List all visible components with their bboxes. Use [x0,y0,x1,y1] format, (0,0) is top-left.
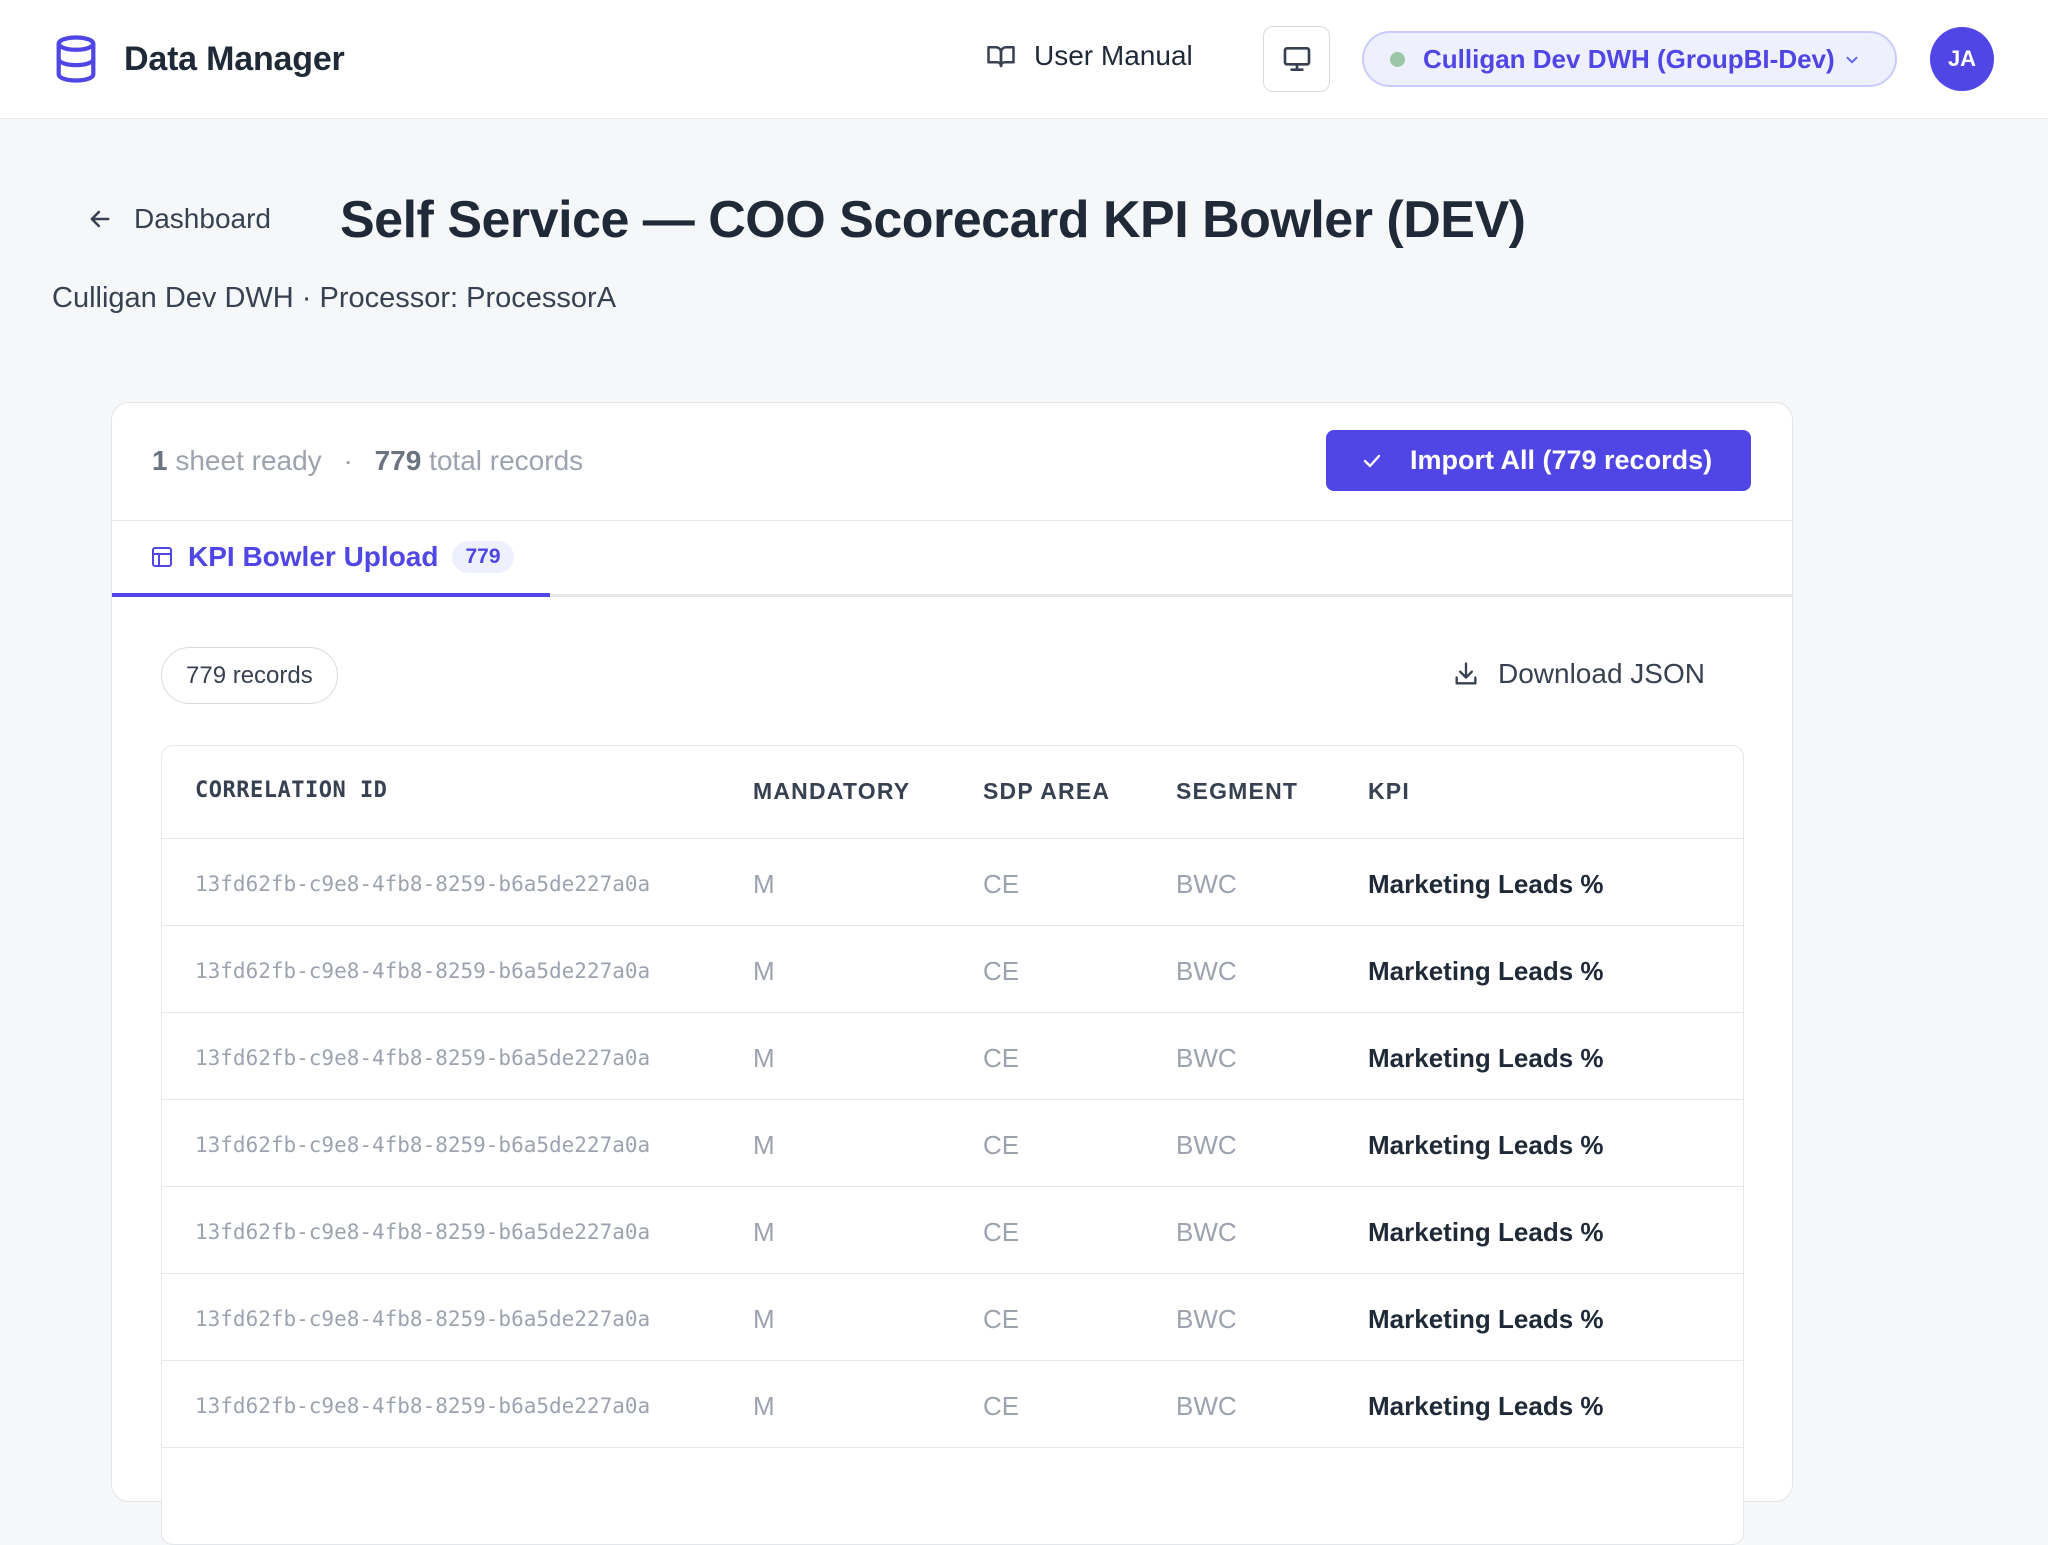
page-subtitle: Culligan Dev DWH · Processor: ProcessorA [52,282,617,314]
cell-segment: BWC [1176,1130,1237,1160]
column-header-kpi[interactable]: KPI [1368,778,1410,805]
table-row[interactable]: 13fd62fb-c9e8-4fb8-8259-b6a5de227a0a M C… [162,1274,1743,1361]
sheets-label: sheet ready [175,445,322,476]
user-manual-label: User Manual [1034,40,1193,71]
records-count: 779 [374,445,422,476]
back-to-dashboard-link[interactable]: Dashboard [86,203,271,235]
column-header-sdp-area[interactable]: SDP AREA [983,778,1110,805]
cell-mandatory: M [753,1391,775,1421]
import-summary: 1 sheet ready · 779 total records [152,445,583,477]
cell-kpi: Marketing Leads % [1368,1391,1604,1421]
connection-status-dot [1390,51,1405,67]
table-row[interactable]: 13fd62fb-c9e8-4fb8-8259-b6a5de227a0a M C… [162,1013,1743,1100]
cell-kpi: Marketing Leads % [1368,1217,1604,1247]
cell-sdp-area: CE [983,1391,1020,1421]
import-all-button[interactable]: Import All (779 records) [1326,430,1751,491]
cell-correlation-id: 13fd62fb-c9e8-4fb8-8259-b6a5de227a0a [195,872,651,896]
back-label: Dashboard [134,203,271,234]
card-header: 1 sheet ready · 779 total records Import… [112,403,1792,521]
column-header-correlation-id[interactable]: CORRELATION ID [195,778,387,803]
records-count-pill: 779 records [161,647,338,704]
cell-correlation-id: 13fd62fb-c9e8-4fb8-8259-b6a5de227a0a [195,1220,651,1244]
cell-mandatory: M [753,1130,775,1160]
tab-count-badge: 779 [452,541,514,573]
cell-kpi: Marketing Leads % [1368,1304,1604,1334]
cell-sdp-area: CE [983,956,1020,986]
check-icon [1363,454,1381,467]
user-avatar[interactable]: JA [1930,27,1994,91]
cell-sdp-area: CE [983,1130,1020,1160]
monitor-icon [1283,46,1310,71]
display-mode-button[interactable] [1263,26,1330,92]
user-manual-link[interactable]: User Manual [986,40,1193,72]
cell-kpi: Marketing Leads % [1368,1043,1604,1073]
cell-sdp-area: CE [983,1217,1020,1247]
cell-mandatory: M [753,956,775,986]
cell-correlation-id: 13fd62fb-c9e8-4fb8-8259-b6a5de227a0a [195,1307,651,1331]
cell-segment: BWC [1176,1391,1237,1421]
cell-mandatory: M [753,1043,775,1073]
download-json-label: Download JSON [1498,658,1705,689]
cell-segment: BWC [1176,956,1237,986]
connection-selector[interactable]: Culligan Dev DWH (GroupBI-Dev) [1362,31,1897,87]
page-title: Self Service — COO Scorecard KPI Bowler … [340,191,1526,249]
cell-segment: BWC [1176,1043,1237,1073]
sheets-count: 1 [152,445,168,476]
cell-mandatory: M [753,869,775,899]
cell-kpi: Marketing Leads % [1368,869,1604,899]
table-row[interactable]: 13fd62fb-c9e8-4fb8-8259-b6a5de227a0a M C… [162,839,1743,926]
tab-kpi-bowler-upload[interactable]: KPI Bowler Upload 779 [112,521,550,597]
sheet-tabs: KPI Bowler Upload 779 [112,521,1792,597]
brand[interactable]: Data Manager [52,34,345,84]
cell-kpi: Marketing Leads % [1368,956,1604,986]
cell-sdp-area: CE [983,1043,1020,1073]
table-icon [152,547,172,567]
cell-correlation-id: 13fd62fb-c9e8-4fb8-8259-b6a5de227a0a [195,959,651,983]
cell-sdp-area: CE [983,869,1020,899]
table-header: CORRELATION ID MANDATORY SDP AREA SEGMEN… [162,746,1743,839]
book-open-icon [987,46,1015,68]
table-body: 13fd62fb-c9e8-4fb8-8259-b6a5de227a0a M C… [162,839,1743,1448]
column-header-segment[interactable]: SEGMENT [1176,778,1298,805]
cell-mandatory: M [753,1217,775,1247]
cell-kpi: Marketing Leads % [1368,1130,1604,1160]
top-bar: Data Manager User Manual Culligan Dev DW… [0,0,2048,119]
cell-segment: BWC [1176,1304,1237,1334]
download-json-button[interactable]: Download JSON [1452,658,1705,690]
table-row[interactable]: 13fd62fb-c9e8-4fb8-8259-b6a5de227a0a M C… [162,1187,1743,1274]
import-all-label: Import All (779 records) [1410,445,1713,475]
cell-segment: BWC [1176,1217,1237,1247]
app-name: Data Manager [124,39,345,78]
download-icon [1455,662,1477,685]
records-label: total records [429,445,584,476]
records-table: CORRELATION ID MANDATORY SDP AREA SEGMEN… [161,745,1744,1545]
cell-segment: BWC [1176,869,1237,899]
cell-mandatory: M [753,1304,775,1334]
cell-correlation-id: 13fd62fb-c9e8-4fb8-8259-b6a5de227a0a [195,1133,651,1157]
cell-correlation-id: 13fd62fb-c9e8-4fb8-8259-b6a5de227a0a [195,1046,651,1070]
table-row[interactable]: 13fd62fb-c9e8-4fb8-8259-b6a5de227a0a M C… [162,1100,1743,1187]
table-row[interactable]: 13fd62fb-c9e8-4fb8-8259-b6a5de227a0a M C… [162,926,1743,1013]
arrow-left-icon [90,210,110,228]
chevron-down-icon [1846,56,1858,64]
database-icon [56,35,96,83]
summary-separator: · [343,445,353,476]
table-row[interactable]: 13fd62fb-c9e8-4fb8-8259-b6a5de227a0a M C… [162,1361,1743,1448]
column-header-mandatory[interactable]: MANDATORY [753,778,910,805]
cell-sdp-area: CE [983,1304,1020,1334]
tab-label: KPI Bowler Upload [188,541,439,572]
import-card: 1 sheet ready · 779 total records Import… [111,402,1793,1545]
cell-correlation-id: 13fd62fb-c9e8-4fb8-8259-b6a5de227a0a [195,1394,651,1418]
connection-label: Culligan Dev DWH (GroupBI-Dev) [1423,43,1835,74]
